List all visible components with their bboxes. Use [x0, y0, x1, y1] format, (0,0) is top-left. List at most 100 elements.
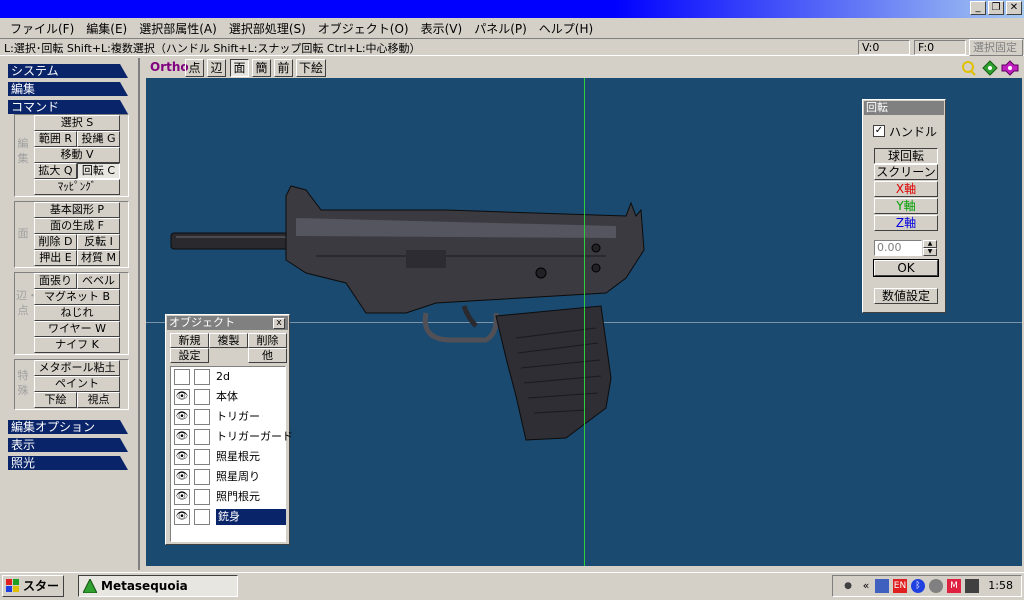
restore-button[interactable]: ❐	[988, 1, 1004, 15]
extrude-tool-button[interactable]: 押出 E	[34, 250, 77, 266]
section-system[interactable]: システム	[8, 64, 128, 78]
display-tray-icon[interactable]	[965, 579, 979, 593]
lasso-tool-button[interactable]: 投縄 G	[77, 131, 120, 147]
section-edit-option[interactable]: 編集オプション	[8, 420, 128, 434]
material-tool-button[interactable]: 材質 M	[77, 250, 120, 266]
lock-toggle[interactable]	[194, 489, 210, 505]
lock-toggle[interactable]	[194, 389, 210, 405]
media-tray-icon[interactable]: M	[947, 579, 961, 593]
eye-icon[interactable]: 👁	[174, 389, 190, 405]
menu-selection-attr[interactable]: 選択部属性(A)	[133, 20, 223, 37]
magnet-tool-button[interactable]: マグネット B	[34, 289, 120, 305]
angle-up-icon[interactable]: ▲	[923, 240, 937, 248]
eye-icon[interactable]: 👁	[174, 469, 190, 485]
range-tool-button[interactable]: 範囲 R	[34, 131, 77, 147]
bluetooth-tray-icon[interactable]: ᛒ	[911, 579, 925, 593]
section-edit[interactable]: 編集	[8, 82, 128, 96]
object-panel-close-button[interactable]: x	[273, 318, 285, 329]
angle-input[interactable]: 0.00	[874, 240, 922, 256]
tray-expand-icon[interactable]: «	[859, 579, 873, 593]
copy-object-button[interactable]: 複製	[209, 333, 248, 348]
screen-rotate-button[interactable]: スクリーン	[874, 164, 938, 180]
select-tool-button[interactable]: 選択 S	[34, 115, 120, 131]
object-row[interactable]: 👁 照星根元	[172, 447, 286, 467]
network-tray-icon[interactable]	[875, 579, 889, 593]
zoom-icon[interactable]	[962, 61, 976, 76]
start-button[interactable]: スタート	[2, 575, 64, 600]
object-row[interactable]: 👁 照門根元	[172, 487, 286, 507]
language-tray-icon[interactable]: EN	[893, 579, 907, 593]
angle-down-icon[interactable]: ▼	[923, 248, 937, 256]
eye-icon[interactable]: 👁	[174, 449, 190, 465]
basic-shape-button[interactable]: 基本図形 P	[34, 202, 120, 218]
eye-icon[interactable]: 👁	[174, 509, 190, 525]
viewpoint-tool-button[interactable]: 視点	[77, 392, 120, 408]
new-object-button[interactable]: 新規	[170, 333, 209, 348]
point-mode-button[interactable]: 点	[185, 59, 204, 77]
object-row[interactable]: 2d	[172, 367, 286, 387]
ok-button[interactable]: OK	[873, 259, 939, 277]
face-generate-button[interactable]: 面の生成 F	[34, 218, 120, 234]
lock-toggle[interactable]	[194, 469, 210, 485]
object-row[interactable]: 👁 本体	[172, 387, 286, 407]
edge-mode-button[interactable]: 辺	[207, 59, 226, 77]
section-display[interactable]: 表示	[8, 438, 128, 452]
object-row[interactable]: 👁 トリガーガード	[172, 427, 293, 447]
bevel-button[interactable]: ベベル	[77, 273, 120, 289]
y-axis-button[interactable]: Y軸	[874, 198, 938, 214]
object-row-selected[interactable]: 👁 銃身	[172, 507, 286, 527]
chat-tray-icon[interactable]: ●	[841, 579, 855, 593]
mapping-tool-button[interactable]: ﾏｯﾋﾟﾝｸﾞ	[34, 179, 120, 195]
underlay-tool-button[interactable]: 下絵	[34, 392, 77, 408]
object-other-button[interactable]: 他	[248, 348, 287, 363]
eye-icon[interactable]: 👁	[174, 489, 190, 505]
lock-selection-button[interactable]: 選択固定	[969, 39, 1023, 56]
paint-tool-button[interactable]: ペイント	[34, 376, 120, 392]
lock-toggle[interactable]	[194, 369, 210, 385]
lock-toggle[interactable]	[194, 409, 210, 425]
numeric-setting-button[interactable]: 数値設定	[874, 288, 938, 304]
z-axis-button[interactable]: Z軸	[874, 215, 938, 231]
object-row[interactable]: 👁 トリガー	[172, 407, 286, 427]
move-tool-button[interactable]: 移動 V	[34, 147, 120, 163]
sphere-rotate-button[interactable]: 球回転	[874, 148, 938, 164]
menu-edit[interactable]: 編集(E)	[80, 20, 133, 37]
menu-file[interactable]: ファイル(F)	[4, 20, 80, 37]
scale-tool-button[interactable]: 拡大 Q	[34, 163, 77, 179]
reverse-tool-button[interactable]: 反転 I	[77, 234, 120, 250]
audio-tray-icon[interactable]	[929, 579, 943, 593]
lock-toggle[interactable]	[194, 429, 210, 445]
object-settings-button[interactable]: 設定	[170, 348, 209, 363]
menu-selection-proc[interactable]: 選択部処理(S)	[223, 20, 312, 37]
eye-icon[interactable]: 👁	[174, 429, 190, 445]
rotate-view-icon[interactable]	[1001, 60, 1019, 76]
visibility-toggle[interactable]	[174, 369, 190, 385]
simple-mode-button[interactable]: 簡	[252, 59, 271, 77]
knife-tool-button[interactable]: ナイフ K	[34, 337, 120, 353]
face-stretch-button[interactable]: 面張り	[34, 273, 77, 289]
eye-icon[interactable]: 👁	[174, 409, 190, 425]
minimize-button[interactable]: _	[970, 1, 986, 15]
pan-icon[interactable]	[982, 60, 998, 76]
face-mode-button[interactable]: 面	[230, 59, 249, 77]
delete-object-button[interactable]: 削除	[248, 333, 287, 348]
twist-tool-button[interactable]: ねじれ	[34, 305, 120, 321]
menu-panel[interactable]: パネル(P)	[468, 20, 533, 37]
ortho-label[interactable]: Ortho	[150, 60, 189, 74]
menu-view[interactable]: 表示(V)	[415, 20, 469, 37]
taskbar-app-metasequoia[interactable]: Metasequoia	[78, 575, 238, 597]
front-view-button[interactable]: 前	[274, 59, 293, 77]
menu-object[interactable]: オブジェクト(O)	[312, 20, 415, 37]
delete-tool-button[interactable]: 削除 D	[34, 234, 77, 250]
section-command[interactable]: コマンド	[8, 100, 128, 114]
lock-toggle[interactable]	[194, 449, 210, 465]
close-button[interactable]: ✕	[1006, 1, 1022, 15]
rotate-tool-button[interactable]: 回転 C	[77, 163, 120, 179]
lock-toggle[interactable]	[194, 509, 210, 525]
section-lighting[interactable]: 照光	[8, 456, 128, 470]
wire-tool-button[interactable]: ワイヤー W	[34, 321, 120, 337]
metaball-tool-button[interactable]: メタボール粘土	[34, 360, 120, 376]
x-axis-button[interactable]: X軸	[874, 181, 938, 197]
menu-help[interactable]: ヘルプ(H)	[533, 20, 599, 37]
object-row[interactable]: 👁 照星周り	[172, 467, 286, 487]
